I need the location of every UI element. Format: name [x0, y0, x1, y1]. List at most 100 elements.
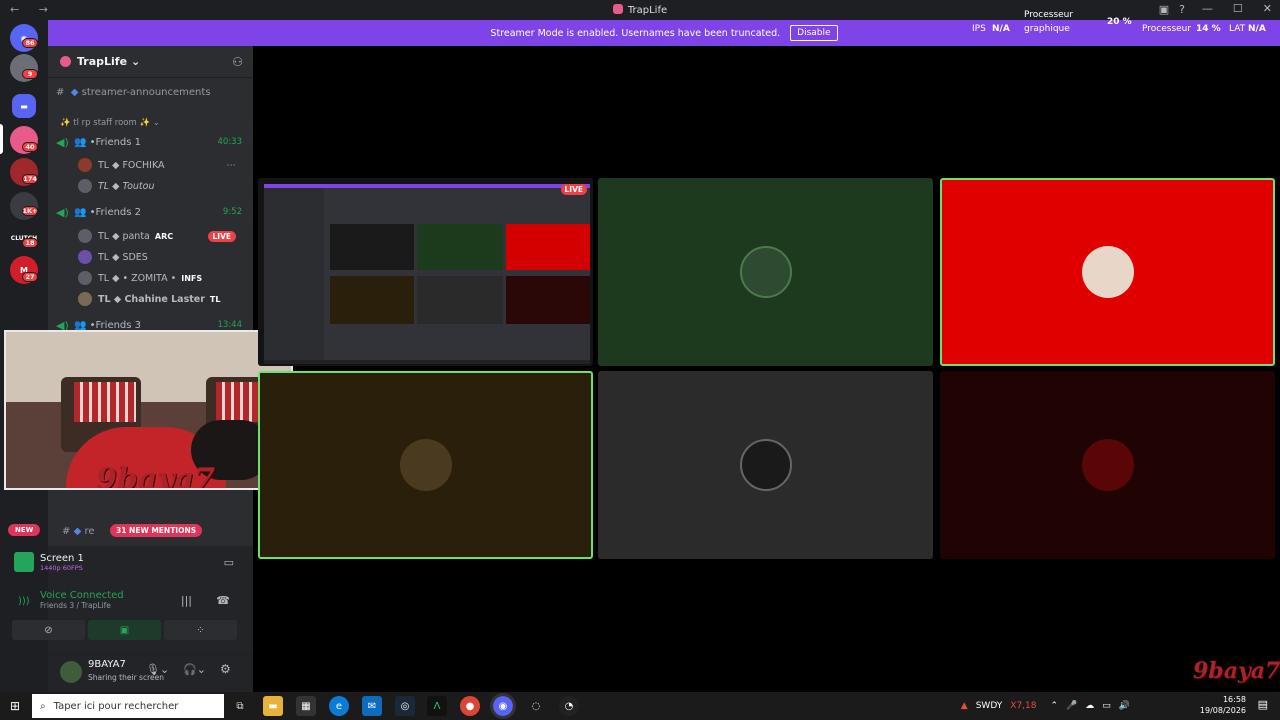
date: 19/08/2026 — [1199, 706, 1246, 715]
participant-tile-speaking[interactable] — [940, 178, 1275, 366]
signal-icon: ))) — [18, 596, 30, 607]
server-3-badge: 1K+ — [22, 206, 38, 216]
app-icon-2[interactable]: ◔ — [559, 696, 579, 716]
voice-connected-label[interactable]: Voice Connected — [40, 590, 244, 601]
gpu-label-2: graphique — [1024, 24, 1070, 34]
voice-member[interactable]: TL ◆ FOCHIKA ⋯ — [78, 158, 248, 172]
ips-label: IPS — [972, 24, 986, 34]
voice-member[interactable]: TL ◆ • ZOMITA • INFS — [78, 271, 248, 285]
lat-value: N/A — [1248, 24, 1266, 34]
participant-avatar — [1081, 439, 1134, 491]
banner-text: Streamer Mode is enabled. Usernames have… — [490, 27, 781, 39]
system-tray: ▲ SWDY X7,18 ⌃ 🎤 ☁ ▭ 🔊 — [961, 692, 1130, 720]
lat-label: LAT — [1229, 24, 1246, 34]
server-header[interactable]: TrapLife ⌄ ⚇ — [48, 46, 253, 78]
network-icon[interactable]: ▭ — [1102, 701, 1111, 711]
store-icon[interactable]: ▦ — [296, 696, 316, 716]
speaker-icon: ◀) — [56, 320, 69, 330]
channel-announcements[interactable]: # ◆ streamer-announcements — [56, 87, 211, 98]
app-logo-icon — [612, 4, 623, 14]
channel-bottom[interactable]: # ◆ re — [62, 526, 95, 537]
cpu-label: Processeur — [1142, 24, 1192, 34]
voice-status: ))) Voice Connected Friends 3 / TrapLife… — [14, 590, 244, 610]
obs-icon[interactable]: ◌ — [526, 696, 546, 716]
cloud-icon[interactable]: ☁ — [1085, 701, 1094, 711]
participant-tile[interactable] — [940, 371, 1275, 559]
ticker-value: X7,18 — [1010, 701, 1037, 711]
ticker-symbol: SWDY — [975, 701, 1003, 711]
server-clutch-badge: 18 — [22, 238, 38, 248]
mentions-badge[interactable]: 31 NEW MENTIONS — [110, 524, 203, 537]
chevron-up-icon[interactable]: ⌃ — [1051, 701, 1059, 711]
video-grid: LIVE — [256, 176, 1276, 562]
avatar — [78, 250, 92, 264]
voice-member[interactable]: TL ◆ SDES — [78, 250, 248, 264]
windows-start-icon[interactable]: ⊞ — [10, 699, 20, 713]
stream-tile-screen[interactable]: LIVE — [258, 178, 593, 366]
voice-member[interactable]: TL ◆ Toutou — [78, 179, 248, 193]
participant-avatar — [739, 246, 792, 298]
voice-channel-friends-2[interactable]: ◀) 👥 • Friends 2 9:52 — [56, 206, 246, 219]
activities-button[interactable]: ⁘ — [164, 620, 237, 640]
participant-tile[interactable] — [598, 371, 933, 559]
gpu-value: 20 % — [1107, 17, 1132, 27]
disconnect-icon[interactable]: ☎ — [216, 594, 230, 607]
participant-tile-speaking[interactable] — [258, 371, 593, 559]
avatar — [78, 271, 92, 285]
user-panel: 9BAYA7 Sharing their screen 🎙⌄ 🎧⌄ ⚙ — [48, 654, 253, 692]
avatar[interactable] — [60, 661, 82, 683]
speaker-icon: ◀) — [56, 136, 69, 149]
voice-location[interactable]: Friends 3 / TrapLife — [40, 601, 244, 610]
stream-preview — [264, 184, 590, 364]
stop-stream-icon[interactable]: ▭ — [224, 556, 234, 569]
edge-icon[interactable]: e — [329, 696, 349, 716]
ips-value: N/A — [992, 24, 1010, 34]
app-icon[interactable]: Λ — [427, 696, 447, 716]
noise-suppression-icon[interactable]: ||| — [181, 594, 192, 607]
voice-member[interactable]: TL ◆ Chahine Laster TL — [78, 292, 248, 306]
mail-icon[interactable]: ✉ — [362, 696, 382, 716]
steam-icon[interactable]: ◎ — [395, 696, 415, 716]
gear-icon[interactable]: ⚙ — [220, 662, 231, 676]
share-screen-button[interactable]: ▣ — [88, 620, 161, 640]
folder-icon[interactable]: ▬ — [12, 94, 36, 118]
gpu-label-1: Processeur — [1024, 10, 1074, 20]
selected-server-indicator — [0, 124, 3, 154]
category-staff-room[interactable]: ✨ tl rp staff room ✨ ⌄ — [60, 118, 160, 128]
volume-icon[interactable]: 🔊 — [1119, 701, 1130, 711]
screen-share-row[interactable]: Screen 1 1440p 60FPS ▭ — [14, 552, 244, 572]
voice-member[interactable]: TL ◆ panta ARC LIVE — [78, 229, 248, 243]
server-name: TrapLife — [77, 55, 128, 68]
server-traplife-badge: 40 — [22, 142, 38, 152]
camera-toggle-button[interactable]: ⊘ — [12, 620, 85, 640]
participant-avatar — [739, 439, 792, 491]
voice-channel-friends-1[interactable]: ◀) 👥 • Friends 1 40:33 — [56, 136, 246, 149]
taskbar-search[interactable]: ⌕ Taper ici pour rechercher — [32, 694, 224, 718]
ticker-icon: ▲ — [960, 701, 968, 711]
disable-streamer-mode-button[interactable]: Disable — [790, 25, 838, 41]
home-badge: 86 — [22, 38, 38, 48]
speaker-icon: ◀) — [56, 206, 69, 219]
discord-taskbar-icon[interactable]: ◉ — [490, 693, 516, 719]
screen-share-icon — [14, 552, 34, 572]
microphone-icon[interactable]: 🎙⌄ — [146, 663, 169, 676]
avatar — [78, 179, 92, 193]
webcam-brand-logo: 9baya7 — [96, 462, 216, 490]
cpu-value: 14 % — [1196, 24, 1221, 34]
clock[interactable]: 16:58 19/08/2026 — [1200, 694, 1246, 716]
chrome-icon[interactable]: ● — [460, 696, 480, 716]
microphone-tray-icon[interactable]: 🎤 — [1066, 701, 1077, 711]
chevron-down-icon: ⌄ — [131, 55, 141, 68]
new-badge[interactable]: NEW — [8, 524, 41, 536]
headphones-icon[interactable]: 🎧⌄ — [183, 663, 206, 676]
task-view-icon[interactable]: ⧉ — [230, 696, 250, 716]
voice-channel-friends-3[interactable]: ◀) 👥 • Friends 3 13:44 — [56, 320, 246, 330]
avatar — [78, 158, 92, 172]
participant-tile[interactable] — [598, 178, 933, 366]
webcam-overlay: 9baya7 — [4, 330, 293, 490]
screen-quality: 1440p 60FPS — [40, 563, 83, 572]
invite-icon[interactable]: ⚇ — [232, 55, 243, 69]
live-badge: LIVE — [207, 230, 236, 242]
file-explorer-icon[interactable]: ▬ — [263, 696, 283, 716]
notifications-icon[interactable]: ▤ — [1258, 698, 1268, 711]
